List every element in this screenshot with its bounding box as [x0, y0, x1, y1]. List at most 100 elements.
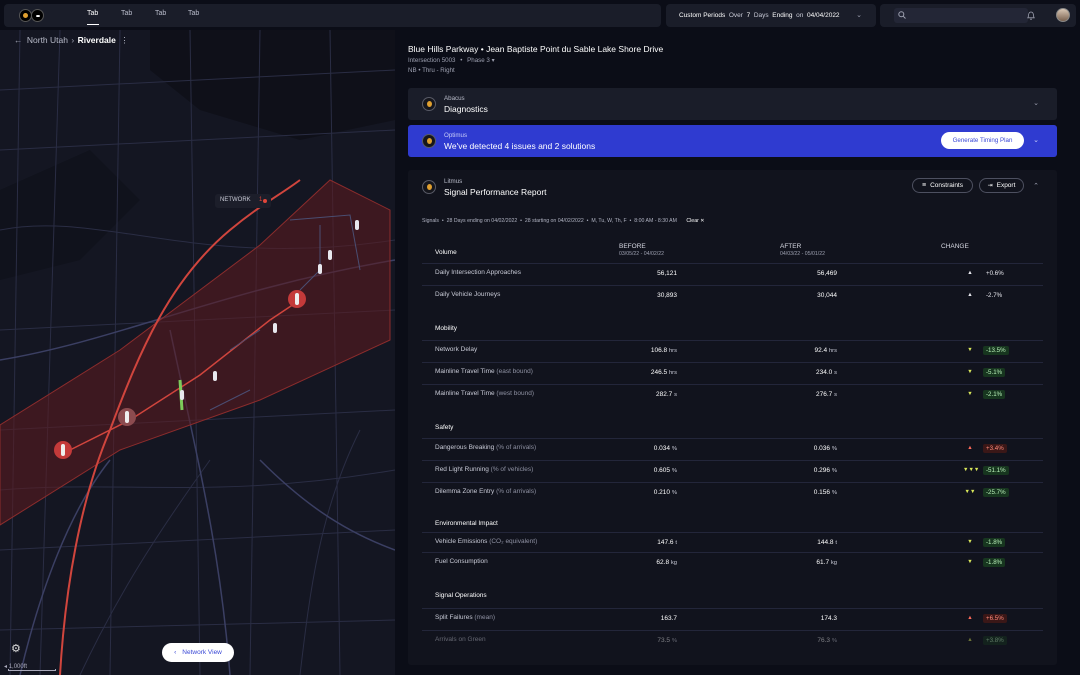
signal-icon[interactable] — [318, 264, 322, 274]
tab-1[interactable]: Tab — [87, 10, 98, 17]
litmus-title: Signal Performance Report — [444, 187, 547, 197]
after-number: 92.4 — [814, 347, 828, 354]
generate-timing-plan-button[interactable]: Generate Timing Plan — [941, 132, 1024, 149]
signal-icon[interactable] — [273, 323, 277, 333]
before-value: 56,121 — [620, 270, 677, 277]
after-range: 04/03/22 - 05/01/22 — [780, 251, 825, 257]
avatar[interactable] — [1056, 8, 1070, 22]
after-unit: s — [834, 370, 837, 376]
metric-name: Vehicle Emissions — [435, 538, 488, 545]
change-badge: -5.1% — [983, 368, 1006, 377]
metric-name: Fuel Consumption — [435, 558, 488, 565]
period-selector[interactable]: Custom Periods Over 7 Days Ending on 04/… — [666, 4, 876, 27]
signal-marker-icon[interactable] — [288, 290, 306, 308]
sliders-icon: ≡ — [922, 182, 927, 189]
after-column-header: AFTER — [780, 243, 802, 250]
section-heading: Environmental Impact — [435, 520, 498, 527]
breadcrumb-parent[interactable]: North Utah — [27, 35, 68, 45]
after-number: 144.8 — [817, 539, 834, 546]
tab-2[interactable]: Tab — [121, 10, 132, 17]
trend-arrow-icon: ▼▼▼ — [963, 467, 980, 473]
trend-arrow-icon: ▼ — [967, 539, 973, 545]
litmus-label: Litmus — [444, 178, 463, 185]
before-column-header: BEFORE — [619, 243, 646, 250]
signal-icon[interactable] — [213, 371, 217, 381]
tab-3[interactable]: Tab — [155, 10, 166, 17]
after-number: 0.296 — [813, 467, 831, 474]
after-value: 92.4 hrs — [780, 347, 837, 354]
signal-icon[interactable] — [328, 250, 332, 260]
metric-qualifier: (% of vehicles) — [490, 466, 534, 473]
before-number: 163.7 — [660, 615, 677, 622]
more-icon[interactable]: ⋮ — [120, 35, 129, 45]
change-column-header: CHANGE — [941, 243, 969, 250]
constraints-button[interactable]: ≡ Constraints — [912, 178, 973, 193]
after-value: 76.3 % — [780, 637, 837, 644]
row-label: Daily Intersection Approaches — [435, 269, 521, 276]
constraints-label: Constraints — [930, 182, 963, 189]
bell-icon[interactable] — [1027, 11, 1035, 20]
metric-qualifier: (% of arrivals) — [496, 488, 537, 495]
export-button[interactable]: ⇥ Export — [979, 178, 1024, 193]
report-filters: Signals • 28 Days ending on 04/02/2022 •… — [422, 218, 705, 224]
metric-name: Split Failures — [435, 614, 473, 621]
before-unit: t — [675, 540, 677, 546]
phase-selector[interactable]: Phase 3 — [467, 57, 490, 64]
before-number: 62.8 — [656, 559, 670, 566]
map-canvas[interactable] — [0, 30, 395, 675]
chevron-down-icon[interactable]: ⌄ — [1033, 136, 1039, 144]
row-label: Mainline Travel Time (west bound) — [435, 390, 534, 397]
signal-icon[interactable] — [355, 220, 359, 230]
active-tab-indicator — [87, 24, 99, 25]
before-unit: hrs — [668, 370, 677, 376]
filter-chip[interactable]: 28 Days ending on 04/02/2022 — [447, 218, 518, 224]
signal-marker-icon[interactable] — [54, 441, 72, 459]
search-input[interactable] — [894, 8, 1028, 23]
signal-marker-icon[interactable] — [118, 408, 136, 426]
change-badge: -13.5% — [983, 346, 1009, 355]
after-value: 234.0 s — [780, 369, 837, 376]
before-value: 147.6 t — [620, 539, 677, 546]
network-view-button[interactable]: ‹ Network View — [162, 643, 234, 662]
after-unit: % — [831, 468, 837, 474]
period-over: Over — [728, 12, 743, 19]
before-unit: kg — [670, 560, 677, 566]
trend-arrow-icon: ▲ — [967, 615, 973, 621]
export-label: Export — [996, 182, 1016, 189]
period-days-word: Days — [753, 12, 769, 19]
before-unit: hrs — [668, 348, 677, 354]
before-value: 0.034 % — [620, 445, 677, 452]
filter-chip[interactable]: Signals — [422, 218, 439, 224]
filter-chip[interactable]: M, Tu, W, Th, F — [591, 218, 626, 224]
after-value: 144.8 t — [780, 539, 837, 546]
after-number: 234.0 — [816, 369, 833, 376]
chevron-down-icon[interactable]: ▾ — [492, 57, 495, 64]
after-unit: % — [831, 490, 837, 496]
row-divider — [422, 482, 1043, 483]
trend-arrow-icon: ▲ — [967, 445, 973, 451]
trend-arrow-icon: ▲ — [967, 292, 973, 298]
after-value: 276.7 s — [780, 391, 837, 398]
metric-name: Dangerous Breaking — [435, 444, 495, 451]
top-nav-bar: Tab Tab Tab Tab — [4, 4, 661, 27]
metric-qualifier: (west bound) — [496, 390, 534, 397]
chevron-down-icon[interactable]: ⌄ — [856, 11, 862, 19]
optimus-card[interactable]: Optimus We've detected 4 issues and 2 so… — [408, 125, 1057, 157]
clear-filters-button[interactable]: Clear — [686, 218, 698, 224]
chevron-up-icon[interactable]: ⌃ — [1033, 182, 1039, 190]
metric-qualifier: (% of arrivals) — [496, 444, 537, 451]
chevron-down-icon[interactable]: ⌄ — [1033, 99, 1039, 107]
trend-arrow-icon: ▲ — [967, 637, 973, 643]
before-number: 0.605 — [653, 467, 671, 474]
gear-icon[interactable]: ⚙ — [11, 642, 21, 655]
abacus-card[interactable]: Abacus Diagnostics ⌄ — [408, 88, 1057, 120]
signal-icon[interactable] — [180, 390, 184, 400]
change-badge: -51.1% — [983, 466, 1009, 475]
map-view[interactable]: NETWORK 1 — [0, 30, 395, 675]
optimus-icon — [422, 134, 436, 148]
tab-4[interactable]: Tab — [188, 10, 199, 17]
filter-chip[interactable]: 28 starting on 04/02/2022 — [525, 218, 584, 224]
back-arrow-icon[interactable]: ← — [14, 35, 23, 45]
filter-chip[interactable]: 8:00 AM - 8:30 AM — [634, 218, 677, 224]
close-icon[interactable]: ✕ — [700, 218, 704, 224]
